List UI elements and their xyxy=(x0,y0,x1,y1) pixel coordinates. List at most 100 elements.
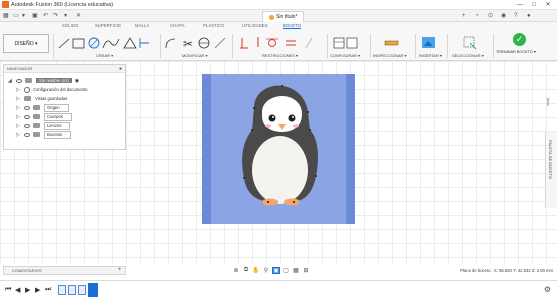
insert-menu[interactable]: INSERTAR ▾ xyxy=(419,53,442,58)
expand-triangle-icon[interactable]: ▷ xyxy=(16,87,21,93)
document-tab-label: Sin título* xyxy=(276,14,298,20)
expand-triangle-icon[interactable]: ▷ xyxy=(16,105,21,111)
file-icon[interactable]: ▭ xyxy=(13,12,19,20)
notifications-icon[interactable]: ◉ xyxy=(501,12,506,20)
divider xyxy=(53,34,54,58)
display-settings-icon[interactable]: ▢ xyxy=(282,267,290,274)
divider xyxy=(327,34,328,58)
grid-settings-icon[interactable]: ▦ xyxy=(292,267,300,274)
configure-menu[interactable]: CONFIGURAR ▾ xyxy=(330,53,360,58)
select-menu[interactable]: SELECCIONAR ▾ xyxy=(452,53,484,58)
tab-solid[interactable]: SÓLIDO xyxy=(62,23,78,28)
canvas-image-sheet[interactable] xyxy=(202,74,355,224)
comments-panel[interactable]: COMENTARIOS + xyxy=(3,266,126,275)
timeline-feature[interactable] xyxy=(78,285,86,295)
insert-image-icon[interactable] xyxy=(421,35,437,51)
redo-icon[interactable]: ↷ xyxy=(53,12,58,20)
tab-surface[interactable]: SUPERFICIE xyxy=(95,23,121,28)
workspace-switcher-button[interactable]: DISEÑO ▾ xyxy=(3,34,49,53)
browser-header: NAVEGADOR ● xyxy=(4,65,125,73)
visibility-eye-icon[interactable] xyxy=(24,105,30,110)
document-tab[interactable]: Sin título* xyxy=(262,11,305,22)
timeline-settings-gear-icon[interactable]: ⚙ xyxy=(544,285,551,294)
browser-item-bodies[interactable]: ▷ Cuerpos xyxy=(16,112,72,121)
browser-item-canvases[interactable]: ▷ Lienzos xyxy=(16,121,71,130)
modify-tools: ✂ xyxy=(165,37,226,51)
pan-hand-icon[interactable]: ✋ xyxy=(252,267,260,274)
circle-icon xyxy=(88,37,100,49)
tab-sketch[interactable]: BOCETO xyxy=(283,23,302,29)
browser-item-sketches[interactable]: ▷ Bocetos xyxy=(16,130,72,139)
play-icon[interactable]: ▶ xyxy=(25,286,30,294)
measure-icon[interactable] xyxy=(384,35,400,51)
constraints-menu[interactable]: RESTRICCIONES ▾ xyxy=(262,53,298,58)
finish-sketch-button[interactable]: ✓ TERMINAR BOCETO ▾ xyxy=(496,33,540,54)
chevron-down-icon[interactable]: ▾ xyxy=(22,12,25,20)
go-to-end-icon[interactable]: ⏭ xyxy=(45,286,51,294)
timeline-feature[interactable] xyxy=(58,285,66,295)
extensions-icon[interactable]: ◔ xyxy=(475,12,479,20)
help-icon[interactable]: ? xyxy=(514,12,517,20)
orbit-target-icon[interactable]: ⊕ xyxy=(232,267,240,274)
timeline-feature[interactable] xyxy=(68,285,76,295)
svg-text:✂: ✂ xyxy=(183,37,193,51)
penguin-image xyxy=(242,85,318,206)
expand-triangle-icon[interactable]: ▷ xyxy=(16,132,21,138)
look-at-icon[interactable]: ⧉ xyxy=(242,267,250,274)
browser-item-named-views[interactable]: ▷ Vistas guardadas xyxy=(16,94,67,103)
divider xyxy=(493,34,494,58)
expand-triangle-icon[interactable]: ▷ xyxy=(16,114,21,120)
tab-utilities[interactable]: UTILIDADES xyxy=(242,23,268,28)
check-icon: ✓ xyxy=(513,33,526,46)
jobs-icon[interactable]: ⊙ xyxy=(488,12,493,20)
chevron-down-icon[interactable]: ▾ xyxy=(64,12,67,20)
minimize-button[interactable]: — xyxy=(513,0,527,10)
edit-icon xyxy=(214,37,226,49)
radio-target-icon[interactable]: ◉ xyxy=(75,78,79,84)
visibility-eye-icon[interactable] xyxy=(24,132,30,137)
close-icon[interactable]: ✕ xyxy=(76,12,81,20)
visibility-eye-icon[interactable] xyxy=(16,78,22,83)
select-icon[interactable] xyxy=(462,35,478,51)
viewports-icon[interactable]: ⊞ xyxy=(302,267,310,274)
bracket-icon xyxy=(139,38,149,48)
go-to-start-icon[interactable]: ⏮ xyxy=(5,286,11,294)
browser-item-label: Lienzos xyxy=(44,121,71,130)
visibility-eye-icon[interactable] xyxy=(24,123,30,128)
modify-menu[interactable]: MODIFICAR ▾ xyxy=(182,53,208,58)
browser-item-document-settings[interactable]: ▷ Configuración del documento xyxy=(16,85,87,94)
visibility-eye-icon[interactable] xyxy=(24,114,30,119)
sketch-palette-collapsed[interactable]: PALETA DE BOCETO xyxy=(545,132,557,208)
grid-menu-icon[interactable]: ▦ xyxy=(3,12,9,20)
timeline-marker[interactable] xyxy=(88,283,98,297)
tab-sheet-metal[interactable]: CHAPA xyxy=(170,23,185,28)
ribbon: DISEÑO ▾ CREAR ▾ ✂ MODIFICAR ▾ RESTRICCI… xyxy=(0,31,557,61)
inspect-menu[interactable]: INSPECCIONAR ▾ xyxy=(373,53,407,58)
browser-item-origin[interactable]: ▷ Origen xyxy=(16,103,69,112)
add-comment-icon[interactable]: + xyxy=(118,267,122,273)
browser-item-label: Origen xyxy=(44,103,69,112)
zoom-icon[interactable]: ⚲ xyxy=(262,267,270,274)
create-menu[interactable]: CREAR ▾ xyxy=(96,53,113,58)
close-button[interactable]: ✕ xyxy=(541,0,555,10)
fillet-icon xyxy=(165,38,176,49)
step-forward-icon[interactable]: ▶ xyxy=(35,286,40,294)
tab-mesh[interactable]: MALLA xyxy=(135,23,149,28)
finish-sketch-label: TERMINAR BOCETO ▾ xyxy=(496,50,536,54)
undo-icon[interactable]: ↶ xyxy=(43,12,48,20)
window-controls: — □ ✕ xyxy=(513,0,555,10)
new-tab-icon[interactable]: + xyxy=(462,12,466,20)
save-icon[interactable]: ▣ xyxy=(32,12,38,20)
browser-root-node[interactable]: ◢ Sin nombre (v1) ◉ xyxy=(8,76,79,85)
viewcube-icon[interactable]: y xyxy=(545,95,555,107)
fit-icon[interactable]: ▣ xyxy=(272,266,280,274)
profile-icon[interactable]: ● xyxy=(527,12,531,20)
tab-plastic[interactable]: PLÁSTICO xyxy=(203,23,225,28)
collapse-triangle-icon[interactable]: ◢ xyxy=(8,78,13,84)
expand-triangle-icon[interactable]: ▷ xyxy=(16,96,21,102)
tangent-icon xyxy=(266,38,278,47)
step-back-icon[interactable]: ◀ xyxy=(15,286,20,294)
expand-triangle-icon[interactable]: ▷ xyxy=(16,123,21,129)
panel-pin-icon[interactable]: ● xyxy=(119,66,122,72)
maximize-button[interactable]: □ xyxy=(527,0,541,10)
